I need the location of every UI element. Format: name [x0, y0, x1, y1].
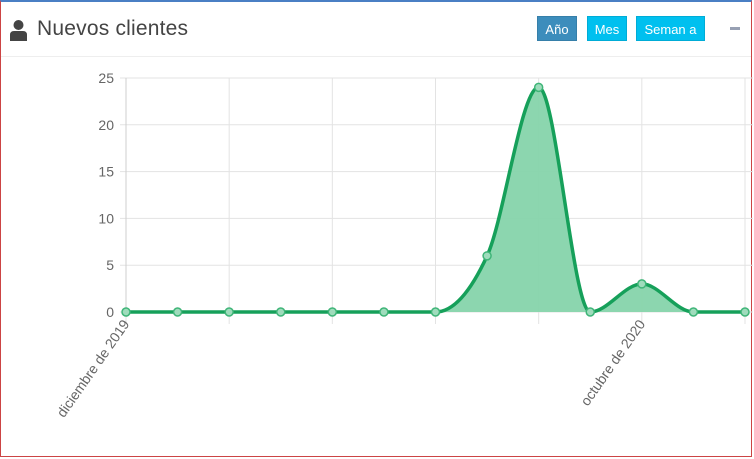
y-tick-label: 5 — [106, 257, 114, 273]
y-tick-label: 10 — [98, 210, 114, 226]
week-button[interactable]: Seman a — [636, 16, 705, 41]
data-point — [224, 307, 234, 317]
data-point — [327, 307, 338, 317]
minus-icon — [730, 27, 740, 30]
y-tick-label: 15 — [98, 164, 114, 180]
user-icon — [10, 20, 27, 41]
new-clients-panel: Nuevos clientes Año Mes Seman a 0 5 10 15 20… — [0, 0, 753, 457]
data-point — [121, 307, 131, 317]
data-point — [379, 307, 389, 317]
panel-header: Nuevos clientes Año Mes Seman a — [1, 2, 751, 57]
data-point — [172, 307, 183, 317]
collapse-button[interactable] — [728, 24, 742, 34]
data-point — [688, 307, 699, 317]
y-tick-label: 25 — [98, 70, 114, 86]
data-point — [585, 307, 595, 317]
x-tick-label: diciembre de 2019 — [53, 316, 132, 420]
data-point — [533, 82, 544, 93]
data-point — [276, 307, 286, 317]
new-clients-chart: 0 5 10 15 20 25 diciembre de 2019 octubre de 20… — [53, 70, 753, 420]
data-point — [482, 251, 492, 261]
data-point — [430, 307, 441, 317]
y-tick-label: 20 — [98, 117, 114, 133]
x-tick-label: octubre de 2020 — [577, 316, 648, 408]
month-button[interactable]: Mes — [587, 16, 627, 41]
y-tick-label: 0 — [106, 304, 114, 320]
year-button[interactable]: Año — [537, 16, 577, 41]
panel-title: Nuevos clientes — [37, 17, 189, 40]
data-point — [740, 307, 750, 317]
data-point — [637, 279, 647, 289]
